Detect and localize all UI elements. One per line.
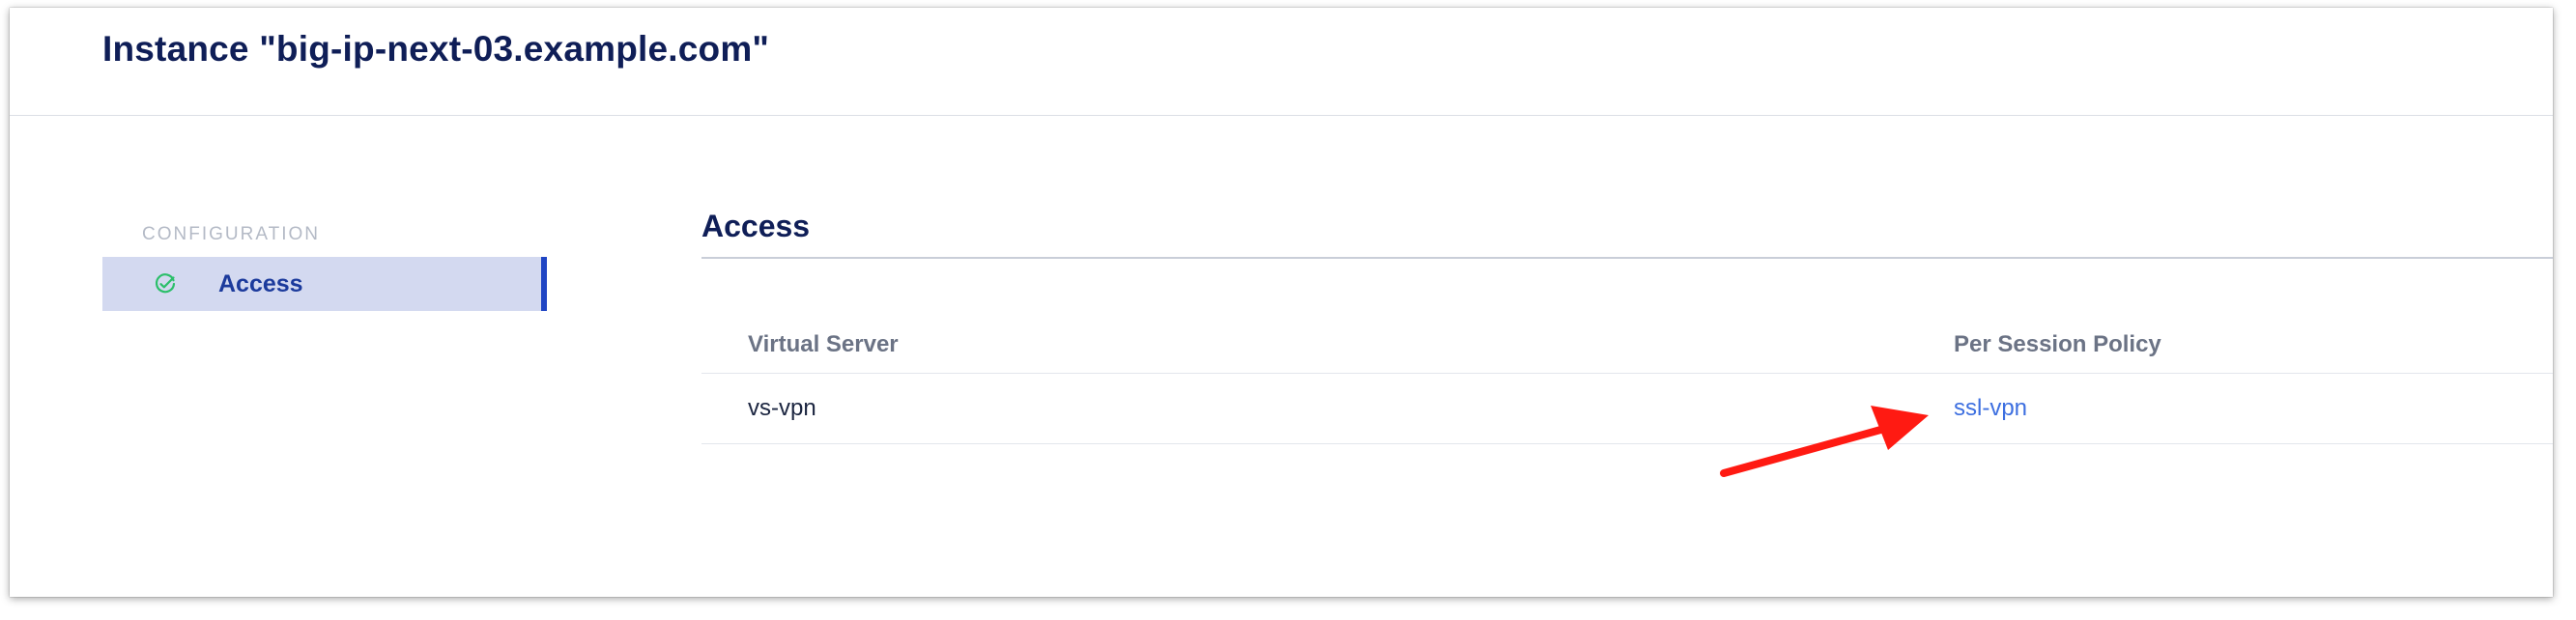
page-header: Instance "big-ip-next-03.example.com"	[10, 8, 2553, 116]
table-header-row: Virtual Server Per Session Policy	[701, 317, 2553, 374]
main-content: Access Virtual Server Per Session Policy…	[701, 201, 2553, 444]
policy-cell: ssl-vpn	[1954, 373, 2553, 444]
app-window: Instance "big-ip-next-03.example.com" CO…	[10, 8, 2553, 597]
policy-link[interactable]: ssl-vpn	[1954, 395, 2027, 421]
virtual-server-cell: vs-vpn	[701, 373, 1954, 444]
column-header-virtual-server[interactable]: Virtual Server	[701, 317, 1954, 374]
column-header-per-session-policy[interactable]: Per Session Policy	[1954, 317, 2553, 374]
access-table: Virtual Server Per Session Policy vs-vpn…	[701, 317, 2553, 444]
sidebar-item-access[interactable]: Access	[102, 257, 547, 311]
sidebar-item-label: Access	[218, 269, 303, 297]
sidebar: CONFIGURATION Access	[102, 222, 547, 311]
sidebar-section-heading: CONFIGURATION	[142, 224, 320, 244]
section-divider	[701, 257, 2553, 259]
check-circle-icon	[153, 271, 178, 296]
section-title: Access	[701, 209, 811, 243]
table-row: vs-vpn ssl-vpn	[701, 373, 2553, 444]
page-title: Instance "big-ip-next-03.example.com"	[102, 29, 770, 69]
